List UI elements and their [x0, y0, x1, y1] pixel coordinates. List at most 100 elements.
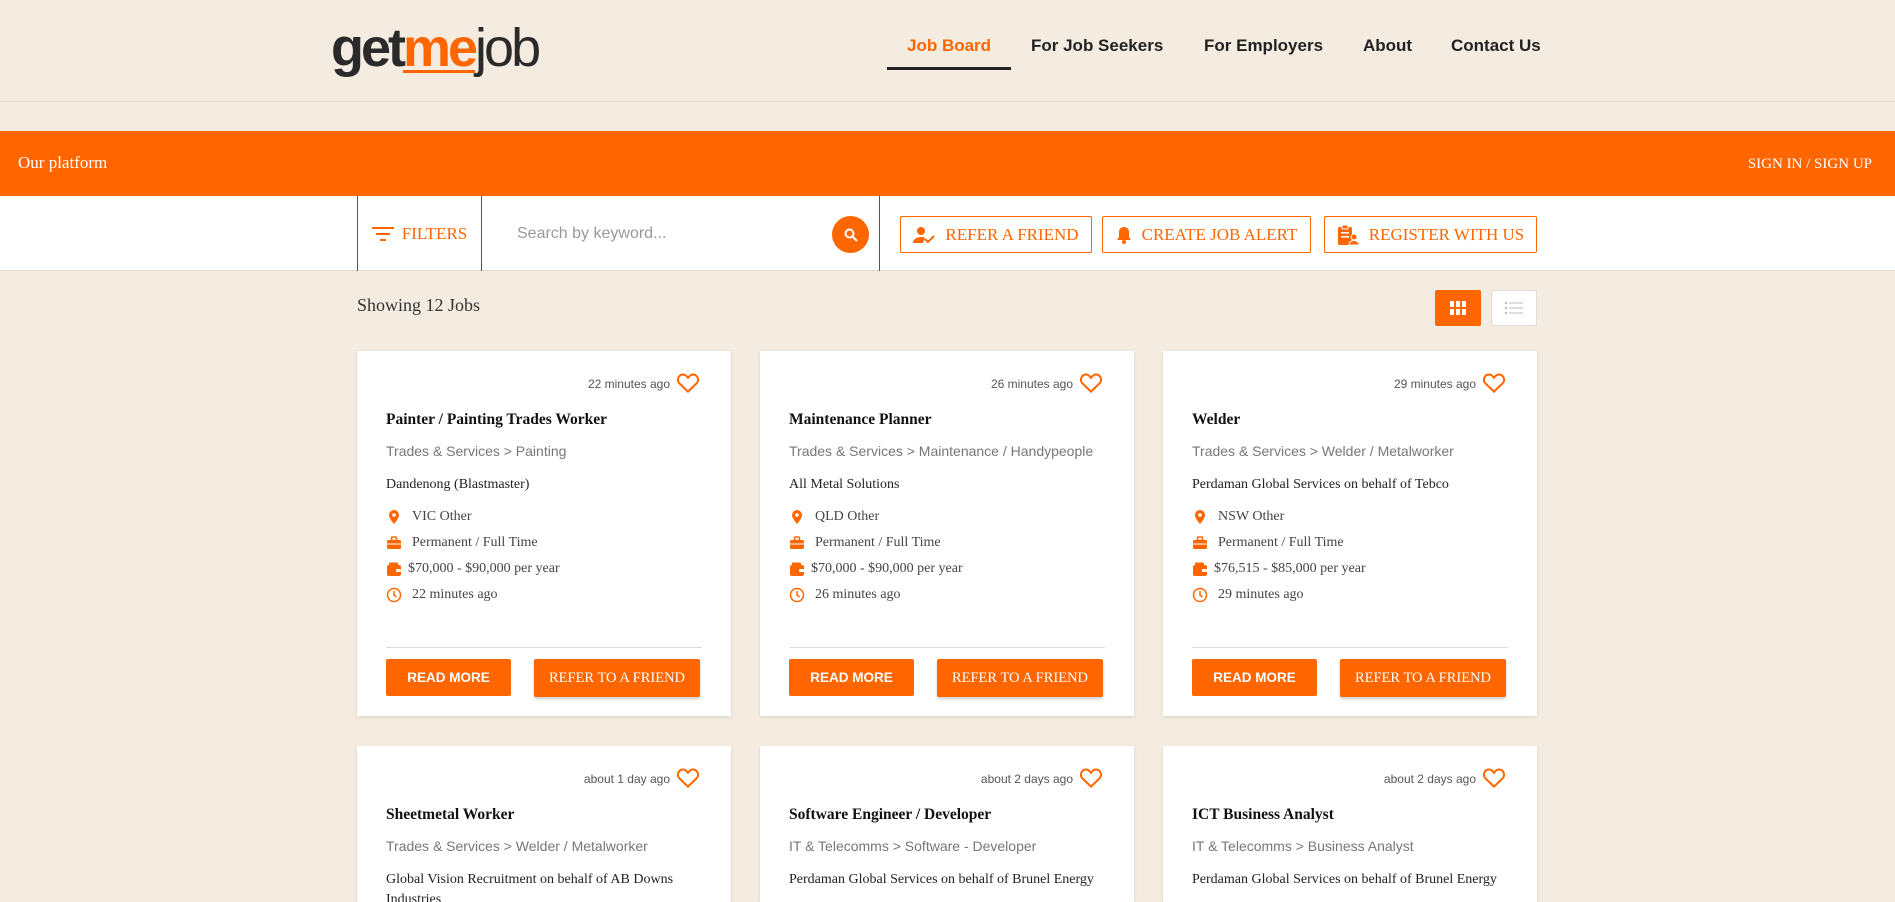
nav-about[interactable]: About [1363, 36, 1412, 56]
job-card[interactable]: about 2 days ago ICT Business Analyst IT… [1163, 746, 1537, 902]
top-navigation-bar: get me job Job Board For Job Seekers For E… [0, 0, 1895, 102]
heart-icon[interactable] [1080, 373, 1102, 393]
register-with-us-button[interactable]: REGISTER WITH US [1324, 216, 1537, 253]
main-nav: Job Board For Job Seekers For Employers … [0, 36, 1895, 72]
job-category: IT & Telecomms > Business Analyst [1192, 838, 1414, 854]
job-posted-text: 29 minutes ago [1218, 587, 1304, 602]
job-location-text: NSW Other [1218, 509, 1285, 524]
job-title[interactable]: Maintenance Planner [789, 411, 932, 429]
job-category: IT & Telecomms > Software - Developer [789, 838, 1037, 854]
job-card[interactable]: 22 minutes ago Painter / Painting Trades… [357, 351, 731, 716]
posted-ago: 29 minutes ago [1393, 377, 1476, 391]
card-divider [386, 647, 702, 648]
refer-to-a-friend-button[interactable]: REFER TO A FRIEND [1340, 659, 1506, 697]
search-icon [844, 228, 858, 242]
clock-icon [1192, 587, 1208, 603]
job-card[interactable]: 29 minutes ago Welder Trades & Services … [1163, 351, 1537, 716]
grid-icon [1450, 301, 1466, 315]
read-more-button[interactable]: READ MORE [386, 659, 511, 696]
job-type: Permanent / Full Time [1192, 535, 1344, 551]
posted-ago: 26 minutes ago [990, 377, 1073, 391]
create-job-alert-button[interactable]: CREATE JOB ALERT [1102, 216, 1311, 253]
register-with-us-label: REGISTER WITH US [1368, 224, 1525, 244]
job-posted: 26 minutes ago [789, 587, 901, 603]
card-divider [789, 647, 1105, 648]
filters-button[interactable]: FILTERS [357, 196, 482, 271]
job-location: NSW Other [1192, 509, 1284, 525]
filter-icon [371, 226, 394, 241]
read-more-button[interactable]: READ MORE [789, 659, 914, 696]
heart-icon[interactable] [677, 768, 699, 788]
posted-ago: about 1 day ago [583, 772, 670, 786]
search-input[interactable] [497, 214, 827, 254]
heart-icon[interactable] [677, 373, 699, 393]
refer-a-friend-button[interactable]: REFER A FRIEND [900, 216, 1092, 253]
posted-ago: about 2 days ago [980, 772, 1073, 786]
refer-to-a-friend-button[interactable]: REFER TO A FRIEND [937, 659, 1103, 697]
job-title[interactable]: Sheetmetal Worker [386, 806, 514, 824]
map-pin-icon [1195, 510, 1205, 524]
job-company: Perdaman Global Services on behalf of Br… [789, 872, 1094, 887]
job-card[interactable]: about 1 day ago Sheetmetal Worker Trades… [357, 746, 731, 902]
job-company: Perdaman Global Services on behalf of Te… [1192, 477, 1449, 492]
job-posted-text: 26 minutes ago [815, 587, 901, 602]
nav-job-board[interactable]: Job Board [907, 36, 991, 56]
job-company: Global Vision Recruitment on behalf of A… [386, 872, 674, 902]
job-salary-text: $76,515 - $85,000 per year [1214, 561, 1366, 576]
job-location: VIC Other [386, 509, 472, 525]
wallet-icon [387, 562, 401, 576]
search-divider [879, 196, 880, 271]
heart-icon[interactable] [1483, 768, 1505, 788]
job-type-text: Permanent / Full Time [815, 535, 941, 550]
refer-a-friend-label: REFER A FRIEND [945, 224, 1079, 244]
job-company: Perdaman Global Services on behalf of Br… [1192, 872, 1497, 887]
heart-icon[interactable] [1483, 373, 1505, 393]
job-company: All Metal Solutions [789, 477, 900, 492]
job-title[interactable]: Welder [1192, 411, 1240, 429]
clock-icon [789, 587, 805, 603]
refer-to-a-friend-button[interactable]: REFER TO A FRIEND [534, 659, 700, 697]
search-button[interactable] [832, 216, 869, 253]
platform-banner: Our platform SIGN IN / SIGN UP [0, 131, 1895, 196]
job-title[interactable]: Painter / Painting Trades Worker [386, 411, 607, 429]
job-title[interactable]: Software Engineer / Developer [789, 806, 991, 824]
refer-user-icon [913, 226, 936, 243]
job-category: Trades & Services > Welder / Metalworker [1192, 443, 1454, 459]
clock-icon [386, 587, 402, 603]
filters-label: FILTERS [401, 223, 468, 243]
job-title[interactable]: ICT Business Analyst [1192, 806, 1334, 824]
job-card[interactable]: 26 minutes ago Maintenance Planner Trade… [760, 351, 1134, 716]
bell-icon [1116, 226, 1131, 244]
create-job-alert-label: CREATE JOB ALERT [1141, 224, 1298, 244]
job-location-text: VIC Other [412, 509, 472, 524]
map-pin-icon [389, 510, 399, 524]
heart-icon[interactable] [1080, 768, 1102, 788]
job-salary: $76,515 - $85,000 per year [1192, 561, 1366, 577]
grid-view-toggle[interactable] [1435, 290, 1481, 326]
results-count: Showing 12 Jobs [357, 295, 481, 315]
job-card[interactable]: about 2 days ago Software Engineer / Dev… [760, 746, 1134, 902]
list-view-toggle[interactable] [1491, 290, 1537, 326]
job-type-text: Permanent / Full Time [412, 535, 538, 550]
map-pin-icon [792, 510, 802, 524]
job-category: Trades & Services > Maintenance / Handyp… [789, 443, 1094, 459]
wallet-icon [1193, 562, 1207, 576]
card-divider [1192, 647, 1508, 648]
clipboard-user-icon [1337, 224, 1359, 245]
job-posted: 29 minutes ago [1192, 587, 1304, 603]
job-type: Permanent / Full Time [386, 535, 538, 551]
signin-signup-link[interactable]: SIGN IN / SIGN UP [1748, 156, 1872, 173]
job-salary-text: $70,000 - $90,000 per year [408, 561, 560, 576]
nav-for-employers[interactable]: For Employers [1204, 36, 1323, 56]
wallet-icon [790, 562, 804, 576]
list-icon [1505, 302, 1523, 314]
nav-for-job-seekers[interactable]: For Job Seekers [1031, 36, 1163, 56]
posted-ago: 22 minutes ago [587, 377, 670, 391]
job-location: QLD Other [789, 509, 879, 525]
job-posted-text: 22 minutes ago [412, 587, 498, 602]
posted-ago: about 2 days ago [1383, 772, 1476, 786]
nav-contact-us[interactable]: Contact Us [1451, 36, 1541, 56]
briefcase-icon [1193, 536, 1207, 549]
job-posted: 22 minutes ago [386, 587, 498, 603]
read-more-button[interactable]: READ MORE [1192, 659, 1317, 696]
